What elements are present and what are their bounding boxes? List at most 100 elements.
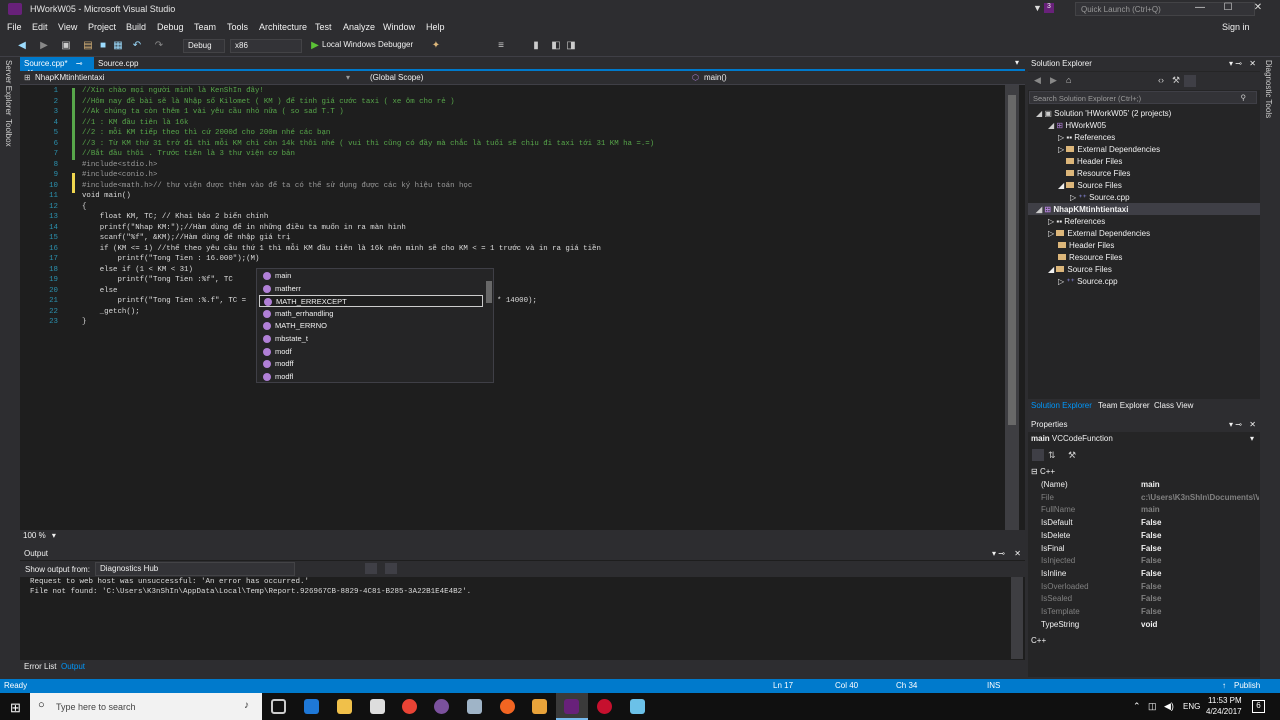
back-icon[interactable]: ◀ <box>1034 75 1041 86</box>
intellisense-item[interactable]: matherr <box>259 283 483 295</box>
pin-icon[interactable]: ▾ ⊸ <box>992 549 1005 558</box>
code-line[interactable]: //2 : mỗi KM tiếp theo thì cứ 2000đ cho … <box>82 129 330 137</box>
tab-team-explorer[interactable]: Team Explorer <box>1098 401 1150 410</box>
function-dropdown[interactable]: main() <box>704 73 727 82</box>
property-value[interactable]: main <box>1141 480 1259 489</box>
project-item-hworkw05[interactable]: ◢ ⊞ HWorkW05 <box>1048 121 1106 130</box>
external-dependencies-item[interactable]: ▷ External Dependencies <box>1048 229 1150 238</box>
close-icon[interactable]: ✕ <box>1249 420 1256 429</box>
tab-error-list[interactable]: Error List <box>24 662 56 671</box>
forward-icon[interactable]: ▶ <box>1050 75 1057 86</box>
intellisense-scrollbar[interactable] <box>486 281 492 303</box>
zoom-level[interactable]: 100 % <box>23 531 46 540</box>
property-value[interactable]: False <box>1141 544 1259 553</box>
network-icon[interactable]: ◫ <box>1148 701 1157 712</box>
close-icon[interactable]: ✕ <box>1014 549 1021 558</box>
code-line[interactable]: //3 : Từ KM thứ 31 trở đi thì mỗi KM chỉ… <box>82 140 654 148</box>
redo-icon[interactable]: ↷ <box>153 40 165 52</box>
property-name[interactable]: IsSealed <box>1041 594 1072 603</box>
output-source-select[interactable]: Diagnostics Hub <box>95 562 295 576</box>
bookmark-icon[interactable]: ▮ <box>530 40 542 52</box>
project-item-nhapkm[interactable]: ◢ ⊞ NhapKMtinhtientaxi <box>1036 205 1128 214</box>
intellisense-item[interactable]: main <box>259 270 483 282</box>
code-line[interactable]: //Bắt đầu thôi . Trước tiên là 3 thư việ… <box>82 150 295 158</box>
new-project-icon[interactable]: ▣ <box>60 40 72 52</box>
configuration-select[interactable]: Debug <box>183 39 225 53</box>
property-name[interactable]: IsOverloaded <box>1041 582 1089 591</box>
property-value[interactable]: False <box>1141 531 1259 540</box>
code-line[interactable]: void main() <box>82 192 131 200</box>
tab-solution-explorer[interactable]: Solution Explorer <box>1031 401 1092 410</box>
header-files-item[interactable]: Header Files <box>1066 157 1122 166</box>
notification-badge[interactable]: 3 <box>1044 3 1054 13</box>
code-editor[interactable]: 1 //Xin chào mọi người mình là KenShIn đâ… <box>20 85 1025 530</box>
toolbox-tab[interactable]: Toolbox <box>4 119 13 147</box>
app-icon[interactable] <box>467 699 482 714</box>
category-header[interactable]: ⊟ C++ <box>1031 467 1055 476</box>
close-icon[interactable]: ✕ <box>1249 59 1256 68</box>
menu-edit[interactable]: Edit <box>32 22 48 32</box>
app-icon[interactable] <box>630 699 645 714</box>
resource-files-item[interactable]: Resource Files <box>1058 253 1122 262</box>
action-center-icon[interactable]: 6 <box>1252 700 1265 713</box>
tray-overflow-icon[interactable]: ⌃ <box>1133 701 1141 712</box>
code-line[interactable]: else <box>82 287 118 295</box>
pin-icon[interactable]: ⊸ <box>76 59 83 68</box>
taskbar-search-box[interactable]: ○ Type here to search ♪ <box>30 693 262 720</box>
property-value[interactable]: False <box>1141 556 1259 565</box>
source-cpp-item[interactable]: ▷ ⁺⁺ Source.cpp <box>1058 277 1118 286</box>
property-name[interactable]: IsInline <box>1041 569 1066 578</box>
code-line[interactable]: printf("Tong Tien :%f", TC <box>82 276 232 284</box>
output-scrollbar[interactable] <box>1011 577 1023 659</box>
property-name[interactable]: IsDelete <box>1041 531 1070 540</box>
start-debugging-button[interactable]: Local Windows Debugger <box>322 40 413 49</box>
sign-in-link[interactable]: Sign in <box>1222 22 1250 32</box>
property-value[interactable]: False <box>1141 607 1259 616</box>
references-item[interactable]: ▷ ▪▪ References <box>1058 133 1115 142</box>
app-icon[interactable] <box>597 699 612 714</box>
solution-search-input[interactable]: Search Solution Explorer (Ctrl+;) ⚲ <box>1029 91 1257 104</box>
code-line[interactable]: //1 : KM đầu tiên là 16k <box>82 119 188 127</box>
code-line[interactable]: #include<stdio.h> <box>82 161 157 169</box>
code-line[interactable]: printf("Nhap KM:");//Hàm dùng để in nhữn… <box>82 224 406 232</box>
intellisense-item[interactable]: mbstate_t <box>259 333 483 345</box>
filter-icon[interactable]: ▼ <box>1033 3 1042 13</box>
viber-icon[interactable] <box>434 699 449 714</box>
code-line[interactable]: else if (1 < KM < 31) <box>82 266 193 274</box>
open-file-icon[interactable]: ▤ <box>82 40 94 52</box>
code-line[interactable]: float KM, TC; // Khai báo 2 biến chính <box>82 213 269 221</box>
property-name[interactable]: (Name) <box>1041 480 1068 489</box>
chevron-down-icon[interactable]: ▾ <box>52 531 56 540</box>
property-value[interactable]: void <box>1141 620 1259 629</box>
code-line[interactable]: printf("Tong Tien :%.f", TC = <box>82 297 246 305</box>
preview-icon[interactable] <box>1184 75 1196 87</box>
alphabetical-icon[interactable]: ⇅ <box>1048 450 1056 461</box>
clear-all-icon[interactable] <box>365 563 377 574</box>
vertical-scrollbar[interactable] <box>1005 85 1019 530</box>
menu-test[interactable]: Test <box>315 22 332 32</box>
scrollbar-thumb[interactable] <box>1008 95 1016 425</box>
property-value[interactable]: False <box>1141 518 1259 527</box>
intellisense-popup[interactable]: main matherr MATH_ERREXCEPT math_errhandlin… <box>256 268 494 383</box>
menu-file[interactable]: File <box>7 22 22 32</box>
close-button[interactable]: ✕ <box>1244 2 1272 16</box>
language-indicator[interactable]: ENG <box>1183 702 1200 711</box>
step-icon[interactable]: ≡ <box>495 40 507 52</box>
server-explorer-tab[interactable]: Server Explorer <box>4 60 13 116</box>
code-line[interactable]: _getch(); <box>82 308 140 316</box>
source-files-item[interactable]: ◢ Source Files <box>1048 265 1112 274</box>
menu-project[interactable]: Project <box>88 22 116 32</box>
project-dropdown[interactable]: NhapKMtinhtientaxi <box>35 73 104 82</box>
property-name[interactable]: TypeString <box>1041 620 1079 629</box>
store-icon[interactable] <box>370 699 385 714</box>
view-code-icon[interactable]: ‹› <box>1158 75 1164 85</box>
intellisense-item[interactable]: MATH_ERREXCEPT <box>259 295 483 308</box>
minimize-button[interactable]: — <box>1186 2 1214 16</box>
code-line[interactable]: scanf("%f", &KM);//Hàm dùng để nhập giá … <box>82 234 291 242</box>
property-name[interactable]: IsFinal <box>1041 544 1065 553</box>
menu-debug[interactable]: Debug <box>157 22 184 32</box>
code-line[interactable]: //Hôm nay đề bài sẽ là Nhập số Kilomet (… <box>82 98 455 106</box>
menu-window[interactable]: Window <box>383 22 415 32</box>
menu-team[interactable]: Team <box>194 22 216 32</box>
property-value[interactable]: False <box>1141 582 1259 591</box>
